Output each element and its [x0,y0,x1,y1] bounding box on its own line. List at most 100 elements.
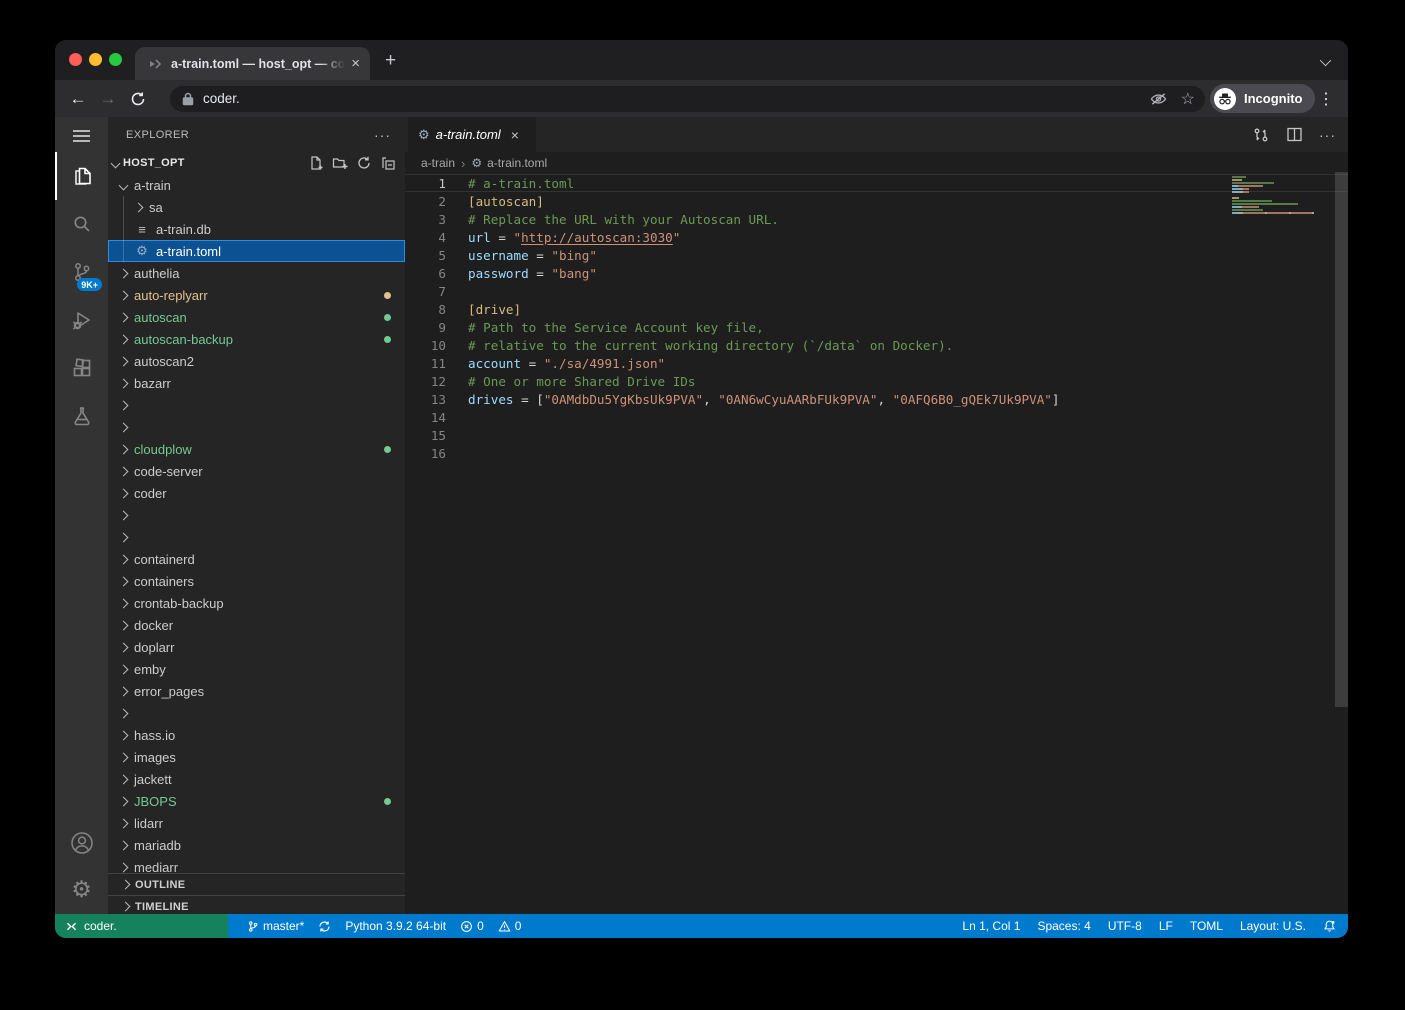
tree-item-code-server[interactable]: code-server [108,460,405,482]
tree-item[interactable] [108,394,405,416]
tree-item-auto-replyarr[interactable]: auto-replyarr [108,284,405,306]
tree-item-containerd[interactable]: containerd [108,548,405,570]
tree-item-error_pages[interactable]: error_pages [108,680,405,702]
back-button[interactable]: ← [63,89,93,109]
tab-close-icon[interactable]: × [351,56,360,71]
tree-item-coder[interactable]: coder [108,482,405,504]
collapse-all-icon[interactable] [380,155,396,171]
bookmark-star-icon[interactable]: ☆ [1181,89,1195,109]
cursor-position[interactable]: Ln 1, Col 1 [962,919,1020,933]
tree-item-sa[interactable]: sa [108,196,405,218]
tree-item-docker[interactable]: docker [108,614,405,636]
window-close-button[interactable] [69,53,82,66]
tree-item-autoscan2[interactable]: autoscan2 [108,350,405,372]
tree-item-containers[interactable]: containers [108,570,405,592]
tree-item-authelia[interactable]: authelia [108,262,405,284]
activity-extensions-icon[interactable] [55,344,108,392]
editor-scrollbar[interactable] [1335,172,1348,707]
indent-guide [123,218,124,240]
browser-tab[interactable]: a-train.toml — host_opt — cod × [135,47,370,80]
python-interpreter[interactable]: Python 3.9.2 64-bit [345,919,446,933]
tree-item-mediarr[interactable]: mediarr [108,856,405,873]
tree-item-images[interactable]: images [108,746,405,768]
tree-item-doplarr[interactable]: doplarr [108,636,405,658]
indentation[interactable]: Spaces: 4 [1037,919,1090,933]
activity-search-icon[interactable] [55,200,108,248]
tree-item-mariadb[interactable]: mariadb [108,834,405,856]
tree-item-label: coder [134,486,167,501]
new-file-icon[interactable] [308,155,324,171]
encoding[interactable]: UTF-8 [1108,919,1142,933]
window-zoom-button[interactable] [109,53,122,66]
new-tab-button[interactable]: + [385,50,396,72]
tree-item-bazarr[interactable]: bazarr [108,372,405,394]
language-mode[interactable]: TOML [1190,919,1223,933]
code-text: password = "bang" [468,266,597,281]
keyboard-layout[interactable]: Layout: U.S. [1240,919,1306,933]
browser-menu-icon[interactable]: ⋮ [1318,89,1334,109]
tree-item-jackett[interactable]: jackett [108,768,405,790]
tab-close-icon[interactable]: × [511,127,519,143]
split-editor-icon[interactable] [1286,126,1303,143]
editor-tab-a-train-toml[interactable]: ⚙ a-train.toml × [408,117,536,152]
tree-item-emby[interactable]: emby [108,658,405,680]
git-branch-status[interactable]: master* [247,919,304,933]
address-bar[interactable]: coder. ☆ [170,86,1205,112]
new-folder-icon[interactable] [332,155,348,171]
editor-more-actions-icon[interactable]: ··· [1319,127,1336,143]
reload-button[interactable] [123,91,153,107]
refresh-icon[interactable] [356,155,372,171]
code-line: 14 [405,408,1348,426]
eye-blocked-icon[interactable] [1150,92,1167,106]
activity-testing-icon[interactable] [55,392,108,440]
eol[interactable]: LF [1159,919,1173,933]
remote-indicator[interactable]: coder. [55,914,228,938]
timeline-section[interactable]: TIMELINE [108,895,405,914]
explorer-more-actions-icon[interactable]: ··· [374,127,391,143]
tree-item-label: containerd [134,552,195,567]
activity-explorer-icon[interactable] [55,152,108,200]
tree-item-a-train.toml[interactable]: ⚙a-train.toml [108,240,405,262]
problems-warnings[interactable]: 0 [498,919,522,933]
tree-item-cloudplow[interactable]: cloudplow [108,438,405,460]
activity-run-debug-icon[interactable] [55,296,108,344]
code-text: # relative to the current working direct… [468,338,953,353]
tree-item[interactable] [108,504,405,526]
tree-item[interactable] [108,526,405,548]
outline-section[interactable]: OUTLINE [108,873,405,895]
line-number: 6 [405,266,446,281]
line-number: 3 [405,212,446,227]
sync-status[interactable] [318,920,331,933]
breadcrumb-file[interactable]: a-train.toml [487,156,547,170]
breadcrumb-folder[interactable]: a-train [421,156,455,170]
forward-button[interactable]: → [93,89,123,109]
section-header-host-opt[interactable]: HOST_OPT [108,152,405,174]
activity-source-control-icon[interactable]: 9K+ [55,248,108,296]
minimap-line [1228,209,1335,211]
window-minimize-button[interactable] [89,53,102,66]
chevron-right-icon [119,422,129,432]
tree-item-autoscan[interactable]: autoscan [108,306,405,328]
tree-item[interactable] [108,702,405,724]
chevron-right-icon [119,290,129,300]
code-line: 10# relative to the current working dire… [405,336,1348,354]
tree-item[interactable] [108,416,405,438]
account-icon[interactable] [55,819,108,867]
tree-item-lidarr[interactable]: lidarr [108,812,405,834]
tree-item-JBOPS[interactable]: JBOPS [108,790,405,812]
settings-gear-icon[interactable]: ⚙ [55,865,108,913]
menu-hamburger-icon[interactable] [73,130,90,146]
tree-item-a-train[interactable]: a-train [108,174,405,196]
editor-surface[interactable]: 1# a-train.toml2[autoscan]3# Replace the… [405,174,1348,914]
tree-item-hass.io[interactable]: hass.io [108,724,405,746]
tree-item-crontab-backup[interactable]: crontab-backup [108,592,405,614]
tree-item-autoscan-backup[interactable]: autoscan-backup [108,328,405,350]
tree-item-label: sa [149,200,163,215]
tab-search-chevron-icon[interactable] [1320,55,1331,66]
tree-item-a-train.db[interactable]: ≡a-train.db [108,218,405,240]
minimap[interactable] [1228,174,1335,914]
url-text[interactable]: coder. [203,91,1136,106]
open-changes-icon[interactable] [1252,126,1270,144]
notifications-bell[interactable] [1323,919,1336,933]
problems-errors[interactable]: 0 [460,919,484,933]
